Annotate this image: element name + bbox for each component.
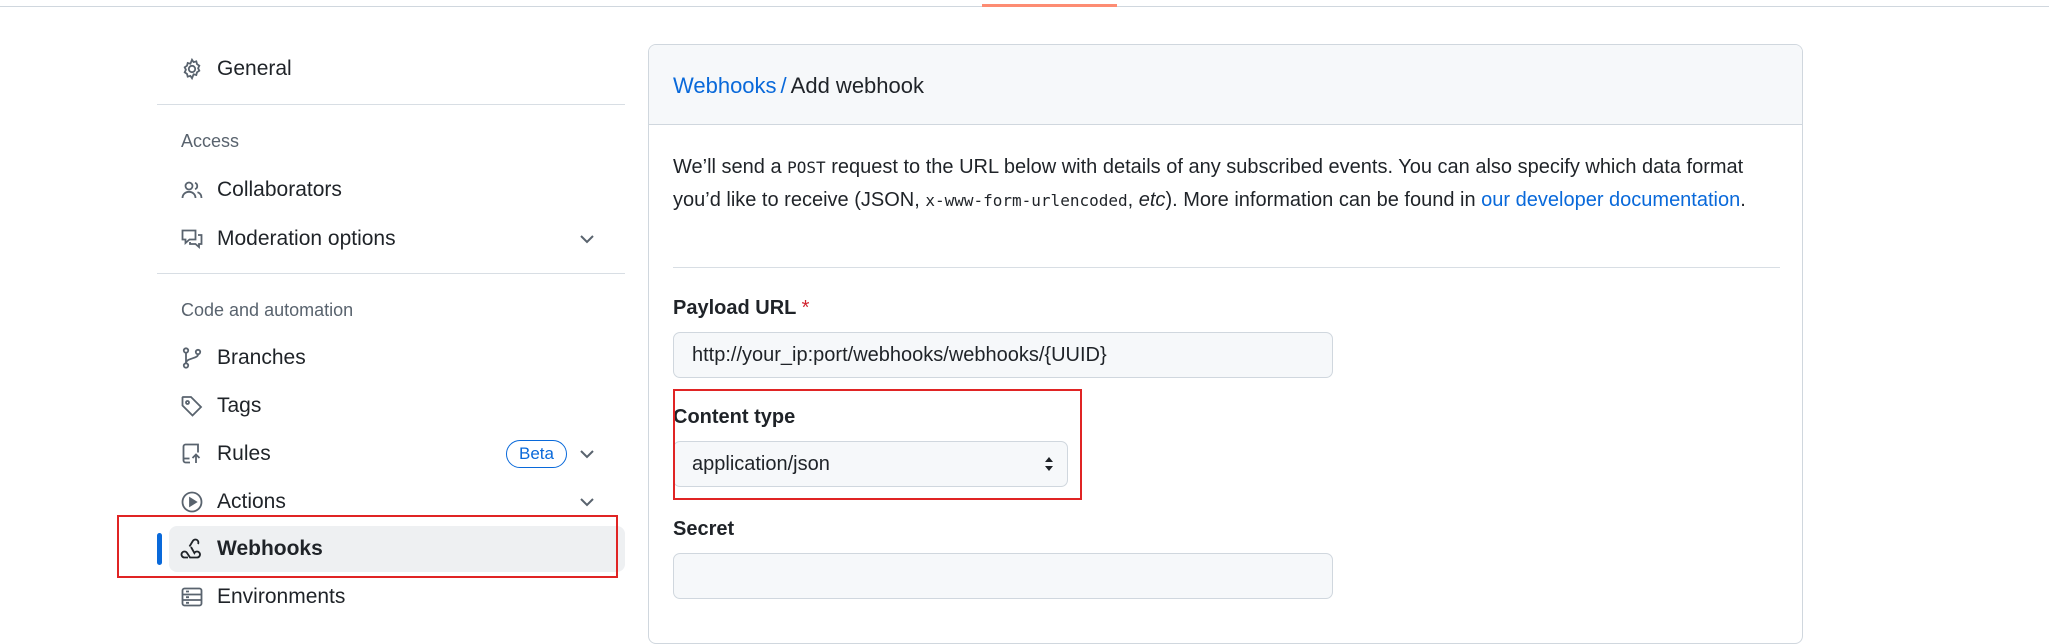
- sidebar-item-moderation[interactable]: Moderation options: [157, 216, 625, 262]
- desc-text: .: [1740, 189, 1746, 211]
- sidebar-divider: [157, 273, 625, 274]
- desc-text: ,: [1127, 189, 1139, 211]
- settings-sidebar: General Access Collaborators Moderation …: [157, 0, 625, 619]
- secret-input[interactable]: [673, 553, 1333, 599]
- desc-text: ). More information can be found in: [1165, 189, 1482, 211]
- add-webhook-panel: Webhooks / Add webhook We’ll send a POST r…: [648, 44, 1803, 644]
- sidebar-item-webhooks[interactable]: Webhooks: [157, 526, 625, 572]
- desc-text: We’ll send a: [673, 156, 788, 178]
- sidebar-item-rules[interactable]: Rules Beta: [157, 431, 625, 477]
- page-title: Add webhook: [790, 73, 924, 98]
- section-heading-access: Access: [181, 131, 240, 151]
- chevron-down-icon[interactable]: [575, 442, 599, 466]
- secret-label: Secret: [673, 518, 735, 540]
- payload-url-input[interactable]: http://your_ip:port/webhooks/webhooks/{U…: [673, 332, 1333, 378]
- sidebar-item-environments[interactable]: Environments: [157, 574, 625, 620]
- chevron-down-icon[interactable]: [575, 490, 599, 514]
- breadcrumb-webhooks-link[interactable]: Webhooks: [673, 73, 777, 98]
- content-type-value: application/json: [692, 453, 830, 475]
- beta-badge: Beta: [506, 440, 567, 468]
- selected-tab-underline: [982, 4, 1117, 7]
- active-item-indicator: [157, 533, 162, 565]
- payload-url-label: Payload URL *: [673, 297, 809, 320]
- tag-icon: [179, 393, 205, 419]
- sidebar-item-branches[interactable]: Branches: [157, 335, 625, 381]
- section-heading-code-automation: Code and automation: [181, 300, 354, 320]
- sidebar-item-label: Tags: [217, 394, 262, 417]
- desc-etc: etc: [1138, 189, 1166, 211]
- sidebar-item-actions[interactable]: Actions: [157, 479, 625, 525]
- panel-header: Webhooks / Add webhook: [649, 45, 1802, 125]
- webhook-description: We’ll send a POST request to the URL bel…: [673, 151, 1773, 217]
- select-arrows-icon: [1045, 457, 1053, 471]
- sidebar-item-tags[interactable]: Tags: [157, 383, 625, 429]
- webhook-icon: [179, 536, 205, 562]
- sidebar-item-label: General: [217, 57, 292, 80]
- gear-icon: [179, 56, 205, 82]
- sidebar-item-label: Rules: [217, 442, 271, 465]
- sidebar-item-label: Moderation options: [217, 227, 396, 250]
- chevron-down-icon[interactable]: [575, 227, 599, 251]
- sidebar-item-label: Environments: [217, 585, 346, 608]
- people-icon: [179, 177, 205, 203]
- post-method-code: POST: [787, 158, 826, 177]
- server-icon: [179, 584, 205, 610]
- sidebar-item-label: Collaborators: [217, 178, 342, 201]
- required-marker: *: [801, 297, 810, 319]
- sidebar-divider: [157, 104, 625, 105]
- breadcrumb-separator: /: [780, 73, 787, 98]
- payload-url-label-text: Payload URL: [673, 297, 796, 319]
- sidebar-item-label: Actions: [217, 490, 286, 513]
- comment-discussion-icon: [179, 226, 205, 252]
- form-divider: [673, 267, 1780, 268]
- developer-docs-link[interactable]: our developer documentation: [1481, 189, 1740, 211]
- format-code: x-www-form-urlencoded: [925, 191, 1128, 210]
- content-type-select[interactable]: application/json: [673, 441, 1068, 487]
- sidebar-item-label: Webhooks: [217, 537, 323, 560]
- sidebar-item-collaborators[interactable]: Collaborators: [157, 167, 625, 213]
- breadcrumb: Webhooks / Add webhook: [673, 73, 924, 99]
- repo-push-icon: [179, 441, 205, 467]
- git-branch-icon: [179, 345, 205, 371]
- play-icon: [179, 489, 205, 515]
- sidebar-item-general[interactable]: General: [157, 46, 625, 92]
- sidebar-item-label: Branches: [217, 346, 306, 369]
- content-type-label: Content type: [673, 406, 796, 428]
